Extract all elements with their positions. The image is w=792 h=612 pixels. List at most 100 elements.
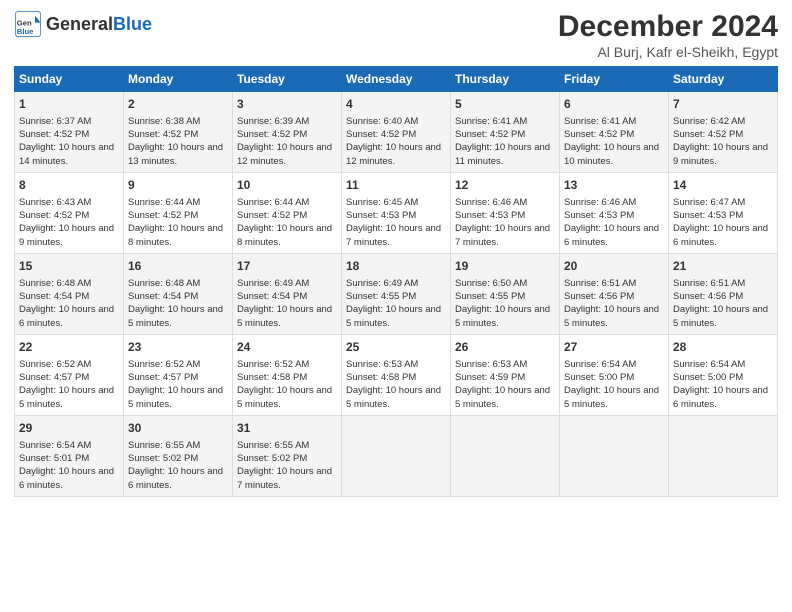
header-row: Sunday Monday Tuesday Wednesday Thursday… — [15, 67, 778, 92]
day-number: 17 — [237, 258, 337, 275]
day-info: Sunrise: 6:51 AM — [673, 277, 773, 290]
day-info: Sunrise: 6:54 AM — [564, 358, 664, 371]
calendar-cell: 30Sunrise: 6:55 AMSunset: 5:02 PMDayligh… — [124, 415, 233, 496]
day-number: 5 — [455, 96, 555, 113]
day-info: Daylight: 10 hours and 5 minutes. — [128, 303, 228, 330]
calendar-cell: 14Sunrise: 6:47 AMSunset: 4:53 PMDayligh… — [669, 172, 778, 253]
day-info: Daylight: 10 hours and 5 minutes. — [673, 303, 773, 330]
day-number: 27 — [564, 339, 664, 356]
main-title: December 2024 — [558, 10, 778, 44]
day-info: Sunrise: 6:46 AM — [564, 196, 664, 209]
day-number: 22 — [19, 339, 119, 356]
calendar-cell: 12Sunrise: 6:46 AMSunset: 4:53 PMDayligh… — [451, 172, 560, 253]
day-info: Daylight: 10 hours and 5 minutes. — [19, 384, 119, 411]
day-info: Sunset: 5:01 PM — [19, 452, 119, 465]
calendar-cell: 9Sunrise: 6:44 AMSunset: 4:52 PMDaylight… — [124, 172, 233, 253]
day-number: 1 — [19, 96, 119, 113]
day-info: Sunset: 4:52 PM — [237, 209, 337, 222]
day-info: Daylight: 10 hours and 5 minutes. — [564, 384, 664, 411]
calendar-cell: 29Sunrise: 6:54 AMSunset: 5:01 PMDayligh… — [15, 415, 124, 496]
col-tuesday: Tuesday — [233, 67, 342, 92]
day-number: 14 — [673, 177, 773, 194]
day-info: Sunset: 4:56 PM — [673, 290, 773, 303]
calendar-cell: 11Sunrise: 6:45 AMSunset: 4:53 PMDayligh… — [342, 172, 451, 253]
day-info: Sunrise: 6:52 AM — [19, 358, 119, 371]
calendar-week-row: 8Sunrise: 6:43 AMSunset: 4:52 PMDaylight… — [15, 172, 778, 253]
day-number: 15 — [19, 258, 119, 275]
calendar-week-row: 22Sunrise: 6:52 AMSunset: 4:57 PMDayligh… — [15, 334, 778, 415]
day-info: Sunrise: 6:48 AM — [128, 277, 228, 290]
day-number: 21 — [673, 258, 773, 275]
day-info: Sunrise: 6:48 AM — [19, 277, 119, 290]
day-number: 26 — [455, 339, 555, 356]
calendar-week-row: 1Sunrise: 6:37 AMSunset: 4:52 PMDaylight… — [15, 92, 778, 173]
day-info: Sunset: 4:54 PM — [128, 290, 228, 303]
logo: Gen Blue GeneralBlue — [14, 10, 152, 38]
day-number: 28 — [673, 339, 773, 356]
day-number: 25 — [346, 339, 446, 356]
day-info: Sunrise: 6:42 AM — [673, 115, 773, 128]
day-info: Sunrise: 6:44 AM — [128, 196, 228, 209]
day-info: Daylight: 10 hours and 5 minutes. — [346, 303, 446, 330]
day-info: Daylight: 10 hours and 5 minutes. — [564, 303, 664, 330]
day-info: Sunrise: 6:52 AM — [237, 358, 337, 371]
day-info: Sunset: 4:52 PM — [346, 128, 446, 141]
col-saturday: Saturday — [669, 67, 778, 92]
logo-icon: Gen Blue — [14, 10, 42, 38]
day-info: Sunset: 4:52 PM — [19, 128, 119, 141]
day-info: Sunset: 4:54 PM — [237, 290, 337, 303]
day-info: Sunset: 4:52 PM — [237, 128, 337, 141]
day-info: Daylight: 10 hours and 8 minutes. — [237, 222, 337, 249]
day-number: 31 — [237, 420, 337, 437]
day-info: Sunset: 4:57 PM — [19, 371, 119, 384]
day-info: Daylight: 10 hours and 5 minutes. — [346, 384, 446, 411]
day-number: 24 — [237, 339, 337, 356]
day-info: Sunrise: 6:49 AM — [346, 277, 446, 290]
day-info: Sunrise: 6:55 AM — [128, 439, 228, 452]
day-info: Daylight: 10 hours and 6 minutes. — [19, 465, 119, 492]
calendar-cell: 19Sunrise: 6:50 AMSunset: 4:55 PMDayligh… — [451, 253, 560, 334]
day-info: Sunset: 5:02 PM — [237, 452, 337, 465]
day-info: Sunrise: 6:39 AM — [237, 115, 337, 128]
day-info: Sunset: 4:58 PM — [237, 371, 337, 384]
calendar-cell: 26Sunrise: 6:53 AMSunset: 4:59 PMDayligh… — [451, 334, 560, 415]
calendar-body: 1Sunrise: 6:37 AMSunset: 4:52 PMDaylight… — [15, 92, 778, 497]
day-info: Sunrise: 6:54 AM — [673, 358, 773, 371]
day-info: Sunset: 5:00 PM — [673, 371, 773, 384]
day-info: Daylight: 10 hours and 7 minutes. — [237, 465, 337, 492]
day-number: 16 — [128, 258, 228, 275]
col-wednesday: Wednesday — [342, 67, 451, 92]
day-number: 30 — [128, 420, 228, 437]
day-number: 18 — [346, 258, 446, 275]
day-info: Sunset: 4:54 PM — [19, 290, 119, 303]
calendar-cell: 25Sunrise: 6:53 AMSunset: 4:58 PMDayligh… — [342, 334, 451, 415]
calendar-cell: 17Sunrise: 6:49 AMSunset: 4:54 PMDayligh… — [233, 253, 342, 334]
day-number: 12 — [455, 177, 555, 194]
calendar-cell — [560, 415, 669, 496]
calendar-cell: 5Sunrise: 6:41 AMSunset: 4:52 PMDaylight… — [451, 92, 560, 173]
day-info: Sunrise: 6:38 AM — [128, 115, 228, 128]
day-number: 13 — [564, 177, 664, 194]
day-info: Sunset: 4:55 PM — [346, 290, 446, 303]
day-info: Sunrise: 6:41 AM — [564, 115, 664, 128]
day-info: Sunset: 5:02 PM — [128, 452, 228, 465]
day-info: Daylight: 10 hours and 8 minutes. — [128, 222, 228, 249]
day-info: Sunset: 5:00 PM — [564, 371, 664, 384]
page-container: Gen Blue GeneralBlue December 2024 Al Bu… — [0, 0, 792, 507]
day-info: Daylight: 10 hours and 9 minutes. — [19, 222, 119, 249]
day-number: 8 — [19, 177, 119, 194]
day-info: Sunset: 4:56 PM — [564, 290, 664, 303]
day-info: Daylight: 10 hours and 5 minutes. — [455, 303, 555, 330]
title-block: December 2024 Al Burj, Kafr el-Sheikh, E… — [558, 10, 778, 60]
calendar-cell: 8Sunrise: 6:43 AMSunset: 4:52 PMDaylight… — [15, 172, 124, 253]
calendar-table: Sunday Monday Tuesday Wednesday Thursday… — [14, 66, 778, 497]
day-info: Sunset: 4:53 PM — [455, 209, 555, 222]
logo-blue: Blue — [113, 14, 152, 34]
subtitle: Al Burj, Kafr el-Sheikh, Egypt — [558, 44, 778, 60]
day-info: Sunset: 4:52 PM — [455, 128, 555, 141]
day-info: Sunrise: 6:49 AM — [237, 277, 337, 290]
calendar-cell — [451, 415, 560, 496]
calendar-cell: 2Sunrise: 6:38 AMSunset: 4:52 PMDaylight… — [124, 92, 233, 173]
day-number: 29 — [19, 420, 119, 437]
day-info: Daylight: 10 hours and 5 minutes. — [128, 384, 228, 411]
